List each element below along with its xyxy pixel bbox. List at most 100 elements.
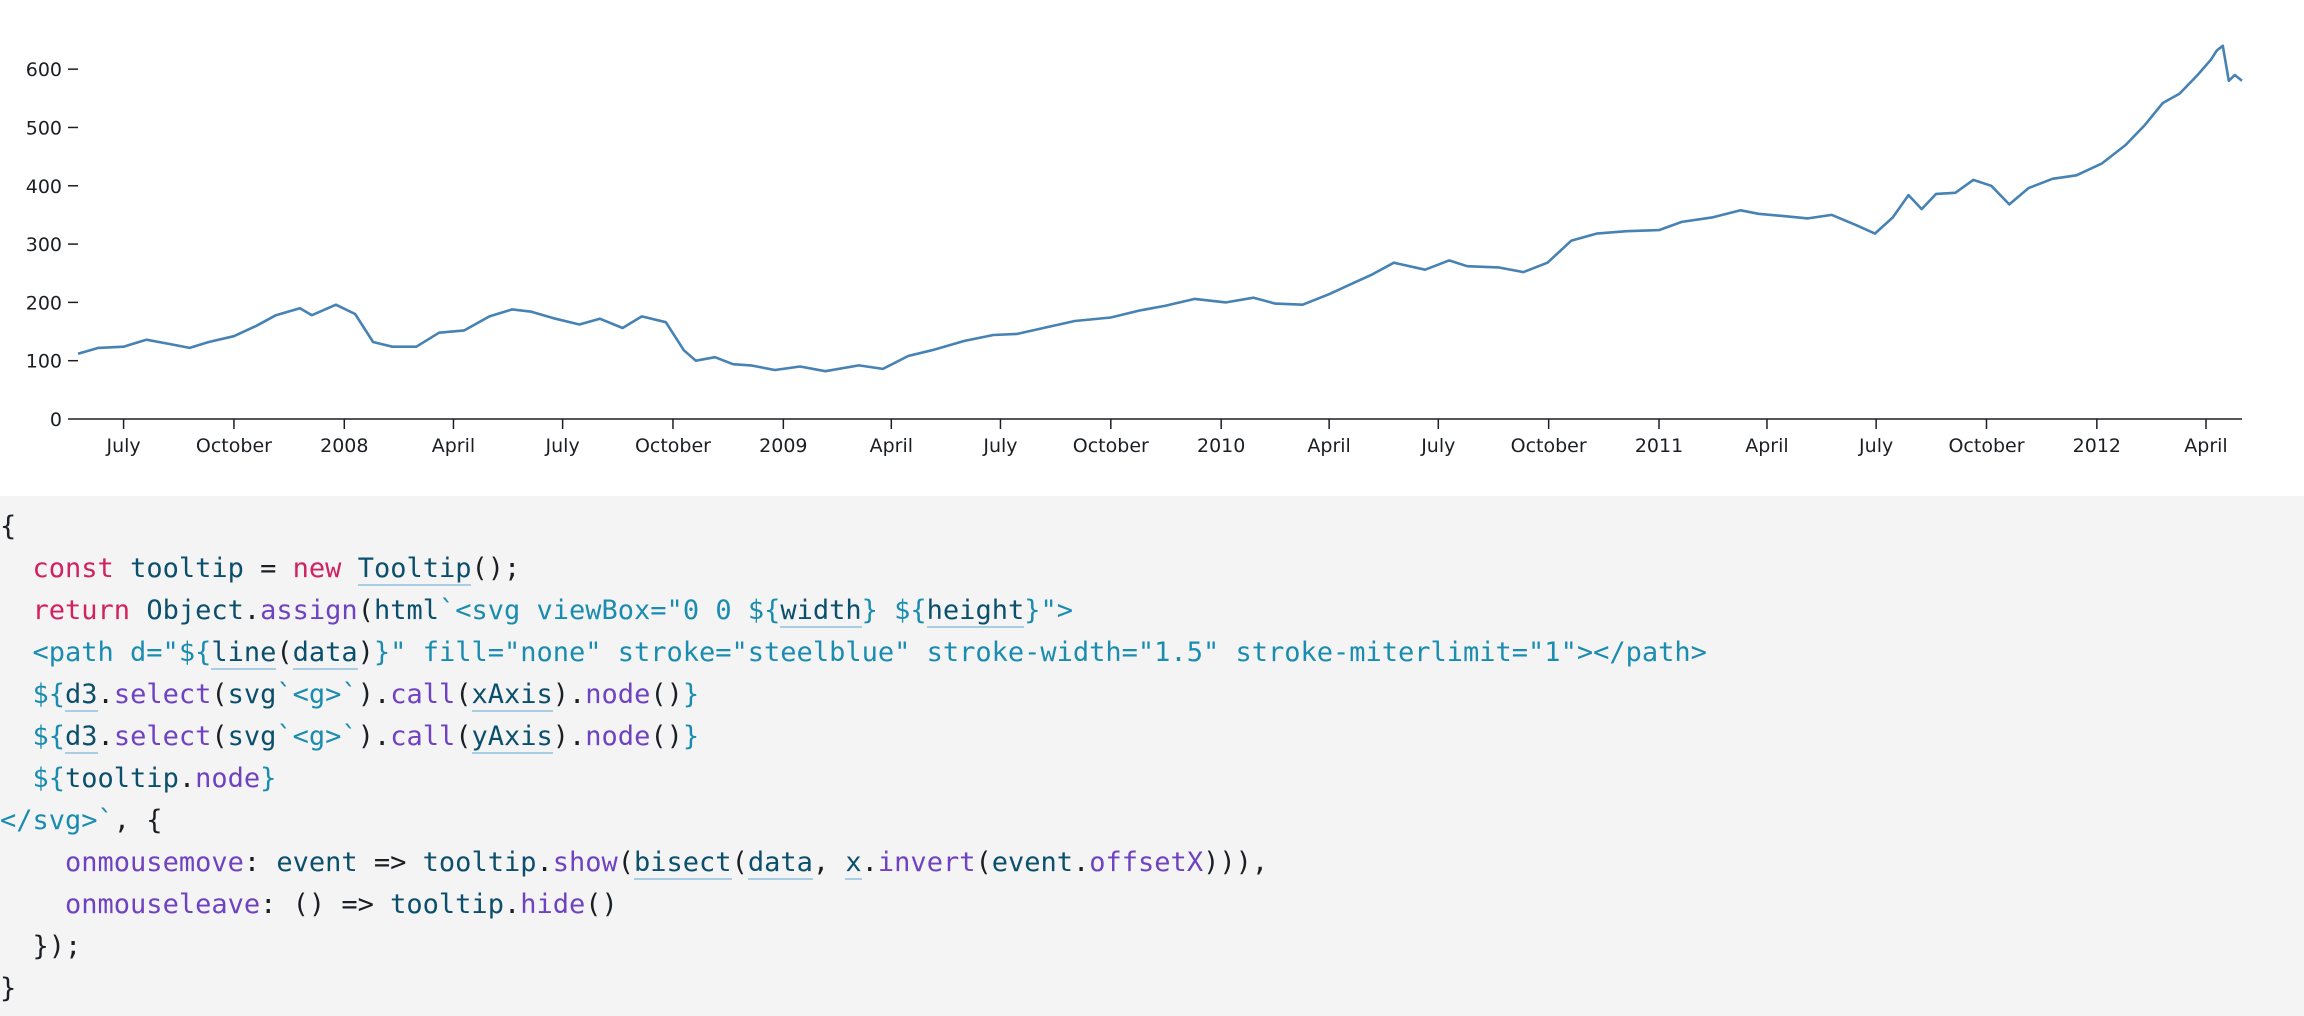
code-token: . xyxy=(1073,847,1090,878)
code-token: () xyxy=(585,889,618,920)
code-line-12: } xyxy=(0,968,1707,1010)
x-tick-label: July xyxy=(545,435,580,457)
code-token: ) xyxy=(357,637,374,668)
line-chart[interactable]: 0 100 200 300 400 500 600 July October 2008 April… xyxy=(0,0,2304,496)
code-reference-link[interactable]: bisect xyxy=(634,847,732,880)
code-token: svg xyxy=(227,679,277,710)
code-reference-link[interactable]: data xyxy=(747,847,813,880)
code-token: Object xyxy=(146,595,244,626)
code-token: ( xyxy=(455,679,472,710)
code-token: node xyxy=(585,679,651,710)
code-token: onmousemove xyxy=(65,847,244,878)
code-token: `<g>` xyxy=(276,721,358,752)
code-token: event xyxy=(276,847,358,878)
code-token: . xyxy=(861,847,878,878)
code-token: { xyxy=(0,511,17,542)
code-line-4: <path d="${line(data)}" fill="none" stro… xyxy=(0,632,1707,674)
code-token: ${ xyxy=(32,721,66,752)
code-reference-link[interactable]: x xyxy=(845,847,862,880)
code-token: ( xyxy=(276,637,293,668)
code-token: . xyxy=(97,721,114,752)
y-tick-label: 300 xyxy=(26,234,62,256)
x-tick-label: 2010 xyxy=(1197,435,1245,457)
code-reference-link[interactable]: d3 xyxy=(65,679,98,712)
x-tick-label: 2008 xyxy=(320,435,368,457)
code-token: ). xyxy=(552,679,586,710)
code-token: tooltip xyxy=(130,553,244,584)
code-reference-link[interactable]: width xyxy=(780,595,862,628)
code-token: <path d="${ xyxy=(32,637,212,668)
y-tick-label: 400 xyxy=(26,176,62,198)
code-reference-link[interactable]: Tooltip xyxy=(357,553,472,586)
code-panel: { const tooltip = new Tooltip(); return … xyxy=(0,496,2304,1016)
code-token: } xyxy=(0,973,17,1004)
code-token: ( xyxy=(731,847,748,878)
code-token: . xyxy=(97,679,114,710)
code-token: svg xyxy=(227,721,277,752)
code-token: ${ xyxy=(32,763,66,794)
code-token: ( xyxy=(617,847,635,878)
code-reference-link[interactable]: data xyxy=(292,637,358,670)
code-token: new xyxy=(292,553,342,584)
x-tick-label: April xyxy=(432,435,475,457)
code-token: tooltip xyxy=(65,763,179,794)
x-tick-label: July xyxy=(1858,435,1893,457)
code-token: } xyxy=(682,679,700,710)
x-tick-label: July xyxy=(982,435,1017,457)
chart-panel: 0 100 200 300 400 500 600 July October 2008 April… xyxy=(0,0,2304,496)
code-line-5: ${d3.select(svg`<g>`).call(xAxis).node()… xyxy=(0,674,1707,716)
code-reference-link[interactable]: height xyxy=(926,595,1025,628)
code-token: assign xyxy=(260,595,358,626)
code-token: ${ xyxy=(32,679,66,710)
y-tick-label: 100 xyxy=(26,351,62,373)
code-token: ( xyxy=(975,847,992,878)
code-token: invert xyxy=(877,847,976,878)
code-reference-link[interactable]: line xyxy=(211,637,277,670)
code-token: offsetX xyxy=(1089,847,1204,878)
code-line-6: ${d3.select(svg`<g>`).call(yAxis).node()… xyxy=(0,716,1707,758)
code-token: }"> xyxy=(1024,595,1073,626)
code-token: call xyxy=(390,679,456,710)
x-tick-label: October xyxy=(196,435,272,457)
code-token: : () => xyxy=(260,889,391,920)
code-token: const xyxy=(32,553,114,584)
code-token: node xyxy=(195,763,261,794)
code-token: () xyxy=(650,721,683,752)
code-line-7: ${tooltip.node} xyxy=(0,758,1707,800)
code-token: ). xyxy=(357,679,391,710)
code-reference-link[interactable]: d3 xyxy=(65,721,98,754)
y-tick-label: 500 xyxy=(26,117,62,139)
x-tick-label: October xyxy=(635,435,711,457)
code-token: }); xyxy=(32,931,82,962)
y-axis: 0 100 200 300 400 500 600 xyxy=(26,59,78,431)
code-token: ( xyxy=(211,721,228,752)
code-token: } ${ xyxy=(861,595,927,626)
x-tick-label: October xyxy=(1073,435,1149,457)
code-token: . xyxy=(536,847,553,878)
code-line-10: onmouseleave: () => tooltip.hide() xyxy=(0,884,1707,926)
code-token: , { xyxy=(113,805,163,836)
code-token: call xyxy=(390,721,456,752)
code-line-9: onmousemove: event => tooltip.show(bisec… xyxy=(0,842,1707,884)
code-token: , xyxy=(812,847,846,878)
x-axis: July October 2008 April July October 2009 April… xyxy=(78,418,2242,457)
code-token: html xyxy=(373,595,439,626)
code-token: tooltip xyxy=(422,847,537,878)
code-reference-link[interactable]: yAxis xyxy=(471,721,553,754)
code-token: ( xyxy=(455,721,472,752)
code-token: event xyxy=(991,847,1074,878)
code-reference-link[interactable]: xAxis xyxy=(471,679,553,712)
code-line-3: return Object.assign(html`<svg viewBox="… xyxy=(0,590,1707,632)
x-tick-label: April xyxy=(2184,435,2227,457)
x-tick-label: 2012 xyxy=(2073,435,2121,457)
code-line-11: }); xyxy=(0,926,1707,968)
code-token: . xyxy=(503,889,521,920)
code-token: }" fill="none" stroke="steelblue" stroke… xyxy=(373,637,1707,668)
y-tick-label: 200 xyxy=(26,292,62,314)
code-token: . xyxy=(178,763,196,794)
code-line-2: const tooltip = new Tooltip(); xyxy=(0,548,1707,590)
code-token: (); xyxy=(471,553,521,584)
code-token: = xyxy=(243,553,293,584)
x-tick-label: July xyxy=(1420,435,1455,457)
code-token: show xyxy=(552,847,618,878)
